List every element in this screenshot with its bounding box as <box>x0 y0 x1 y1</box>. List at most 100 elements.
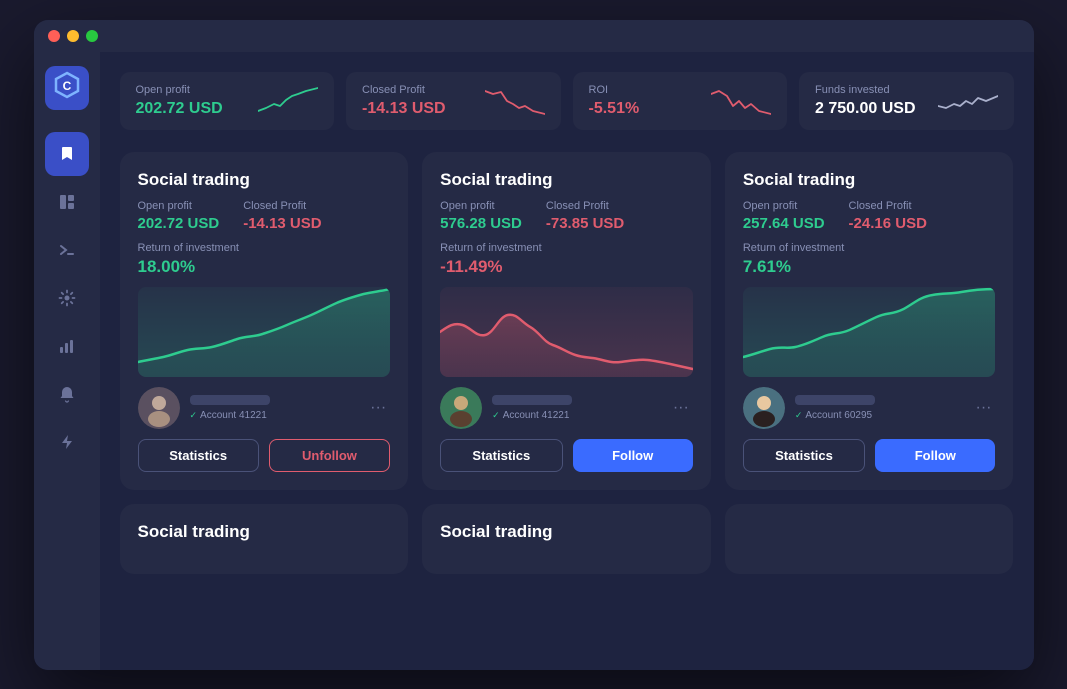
dots-menu-2[interactable]: ··· <box>972 395 996 421</box>
closed-profit-value-0: -14.13 USD <box>243 215 321 232</box>
sidebar-item-terminal[interactable] <box>45 228 89 272</box>
partial-card-title-0: Social trading <box>138 522 391 542</box>
card-profits-2: Open profit 257.64 USD Closed Profit -24… <box>743 200 996 232</box>
sidebar-item-settings[interactable] <box>45 276 89 320</box>
sidebar: C <box>34 52 100 670</box>
card-title-2: Social trading <box>743 170 996 190</box>
sidebar-item-notifications[interactable] <box>45 372 89 416</box>
minimize-dot[interactable] <box>67 30 79 42</box>
trader-left-1: ✓ Account 41221 <box>440 387 572 429</box>
chart-svg-1 <box>440 287 693 377</box>
closed-profit-block-1: Closed Profit -73.85 USD <box>546 200 624 232</box>
trader-name-blur-2 <box>795 395 875 405</box>
avatar-0 <box>138 387 180 429</box>
roi-block-0: Return of investment 18.00% <box>138 242 391 277</box>
open-profit-label-2: Open profit <box>743 200 825 212</box>
roi-label-1: Return of investment <box>440 242 693 254</box>
chart-svg-2 <box>743 287 996 377</box>
card-buttons-2: Statistics Follow <box>743 439 996 472</box>
card-profits-0: Open profit 202.72 USD Closed Profit -14… <box>138 200 391 232</box>
closed-profit-block-2: Closed Profit -24.16 USD <box>849 200 927 232</box>
closed-profit-label-1: Closed Profit <box>546 200 624 212</box>
account-check-icon-1: ✓ <box>492 410 500 421</box>
roi-block-1: Return of investment -11.49% <box>440 242 693 277</box>
titlebar <box>34 20 1034 52</box>
mini-chart-funds <box>938 86 998 116</box>
partial-cards-row: Social trading Social trading <box>120 504 1014 574</box>
open-profit-block-2: Open profit 257.64 USD <box>743 200 825 232</box>
sidebar-item-charts[interactable] <box>45 324 89 368</box>
follow-button-1[interactable]: Follow <box>573 439 693 472</box>
trader-left-0: ✓ Account 41221 <box>138 387 270 429</box>
stat-label-closed-profit: Closed Profit <box>362 84 446 96</box>
partial-card-title-1: Social trading <box>440 522 693 542</box>
chart-area-2 <box>743 287 996 377</box>
sidebar-item-lightning[interactable] <box>45 420 89 464</box>
trader-account-2: ✓ Account 60295 <box>795 410 875 421</box>
sidebar-item-bookmark[interactable] <box>45 132 89 176</box>
closed-profit-block-0: Closed Profit -14.13 USD <box>243 200 321 232</box>
close-dot[interactable] <box>48 30 60 42</box>
trader-account-1: ✓ Account 41221 <box>492 410 572 421</box>
sidebar-navigation <box>34 132 100 464</box>
stats-bar: Open profit 202.72 USD Closed Profit -14… <box>120 72 1014 130</box>
stat-info-funds: Funds invested 2 750.00 USD <box>815 84 916 118</box>
dots-menu-0[interactable]: ··· <box>366 395 390 421</box>
account-check-icon-0: ✓ <box>190 410 198 421</box>
stat-card-open-profit: Open profit 202.72 USD <box>120 72 335 130</box>
stat-card-closed-profit: Closed Profit -14.13 USD <box>346 72 561 130</box>
stat-value-open-profit: 202.72 USD <box>136 100 223 118</box>
roi-label-2: Return of investment <box>743 242 996 254</box>
open-profit-block-1: Open profit 576.28 USD <box>440 200 522 232</box>
follow-button-2[interactable]: Follow <box>875 439 995 472</box>
partial-card-0: Social trading <box>120 504 409 574</box>
closed-profit-value-1: -73.85 USD <box>546 215 624 232</box>
trading-card-2: Social trading Open profit 257.64 USD Cl… <box>725 152 1014 490</box>
stat-info-open-profit: Open profit 202.72 USD <box>136 84 223 118</box>
unfollow-button-0[interactable]: Unfollow <box>269 439 390 472</box>
stat-value-funds: 2 750.00 USD <box>815 100 916 118</box>
app-window: C <box>34 20 1034 670</box>
stat-card-funds: Funds invested 2 750.00 USD <box>799 72 1014 130</box>
stat-value-roi: -5.51% <box>589 100 640 118</box>
avatar-2 <box>743 387 785 429</box>
statistics-button-1[interactable]: Statistics <box>440 439 562 472</box>
chart-area-1 <box>440 287 693 377</box>
app-body: C <box>34 52 1034 670</box>
mini-chart-roi <box>711 86 771 116</box>
trader-info-0: ✓ Account 41221 ··· <box>138 387 391 429</box>
open-profit-label-1: Open profit <box>440 200 522 212</box>
logo[interactable]: C <box>45 66 89 110</box>
stat-info-roi: ROI -5.51% <box>589 84 640 118</box>
open-profit-value-2: 257.64 USD <box>743 215 825 232</box>
trading-card-1: Social trading Open profit 576.28 USD Cl… <box>422 152 711 490</box>
chart-svg-0 <box>138 287 391 377</box>
stat-value-closed-profit: -14.13 USD <box>362 100 446 118</box>
trader-info-2: ✓ Account 60295 ··· <box>743 387 996 429</box>
main-content: Open profit 202.72 USD Closed Profit -14… <box>100 52 1034 670</box>
trader-account-0: ✓ Account 41221 <box>190 410 270 421</box>
roi-value-0: 18.00% <box>138 257 391 277</box>
trader-name-block-2: ✓ Account 60295 <box>795 395 875 421</box>
card-buttons-1: Statistics Follow <box>440 439 693 472</box>
open-profit-value-1: 576.28 USD <box>440 215 522 232</box>
statistics-button-0[interactable]: Statistics <box>138 439 259 472</box>
stat-label-funds: Funds invested <box>815 84 916 96</box>
trader-info-1: ✓ Account 41221 ··· <box>440 387 693 429</box>
trader-name-blur-0 <box>190 395 270 405</box>
card-buttons-0: Statistics Unfollow <box>138 439 391 472</box>
maximize-dot[interactable] <box>86 30 98 42</box>
avatar-1 <box>440 387 482 429</box>
account-check-icon-2: ✓ <box>795 410 803 421</box>
roi-block-2: Return of investment 7.61% <box>743 242 996 277</box>
sidebar-item-layout[interactable] <box>45 180 89 224</box>
dots-menu-1[interactable]: ··· <box>669 395 693 421</box>
closed-profit-value-2: -24.16 USD <box>849 215 927 232</box>
closed-profit-label-0: Closed Profit <box>243 200 321 212</box>
stat-label-roi: ROI <box>589 84 640 96</box>
statistics-button-2[interactable]: Statistics <box>743 439 865 472</box>
stat-card-roi: ROI -5.51% <box>573 72 788 130</box>
open-profit-block-0: Open profit 202.72 USD <box>138 200 220 232</box>
stat-info-closed-profit: Closed Profit -14.13 USD <box>362 84 446 118</box>
svg-text:C: C <box>62 79 71 93</box>
